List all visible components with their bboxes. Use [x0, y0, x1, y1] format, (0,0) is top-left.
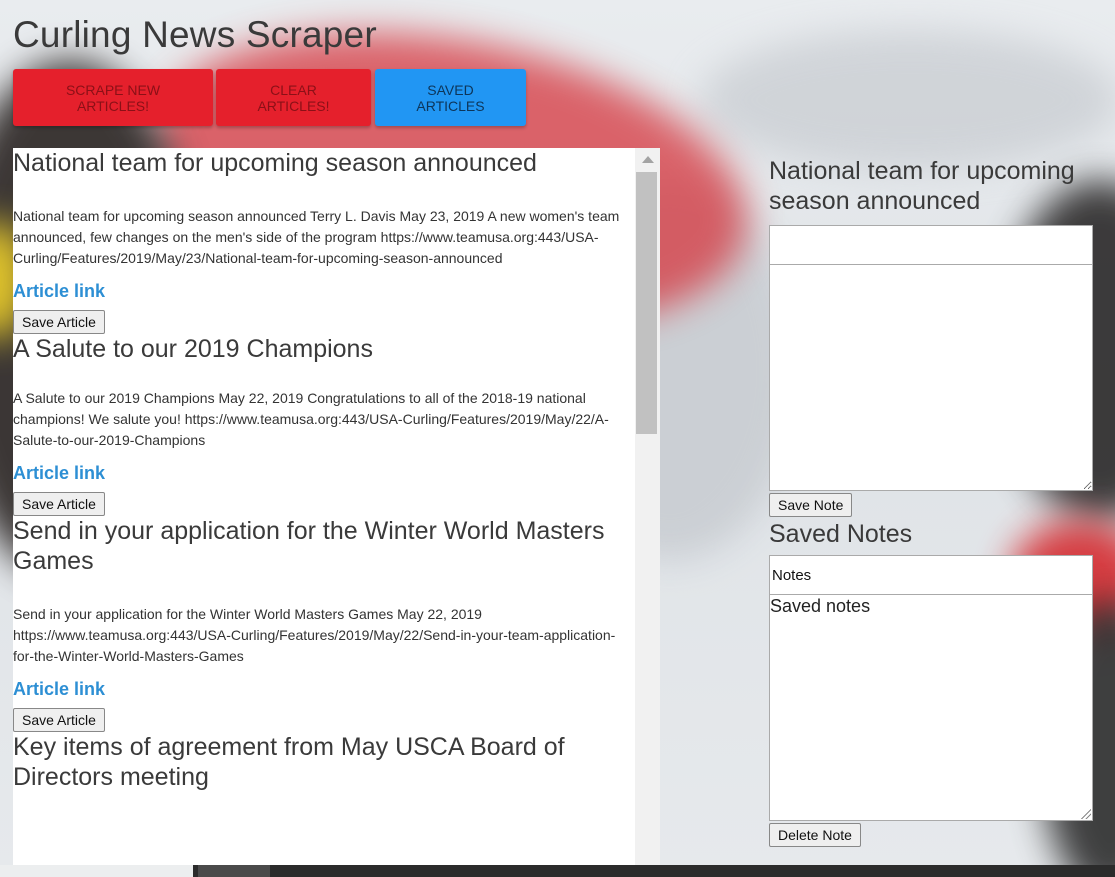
saved-notes-heading: Saved Notes: [769, 520, 913, 548]
delete-note-button[interactable]: Delete Note: [769, 823, 861, 847]
article-link[interactable]: Article link: [13, 463, 635, 484]
article-item: Send in your application for the Winter …: [13, 516, 635, 732]
page-title: Curling News Scraper: [13, 14, 377, 55]
article-summary: National team for upcoming season announ…: [13, 208, 620, 266]
resize-grip-icon[interactable]: [1081, 809, 1091, 819]
saved-notes-text: Saved notes: [770, 596, 871, 616]
notes-panel: National team for upcoming season announ…: [769, 156, 1094, 847]
article-list-scrollbar[interactable]: [635, 148, 660, 866]
article-item: Key items of agreement from May USCA Boa…: [13, 732, 635, 792]
taskbar: [0, 865, 1115, 877]
article-title: Key items of agreement from May USCA Boa…: [13, 733, 565, 791]
article-title: Send in your application for the Winter …: [13, 517, 605, 575]
save-article-button[interactable]: Save Article: [13, 708, 105, 732]
taskbar-item[interactable]: [198, 865, 270, 877]
save-note-button[interactable]: Save Note: [769, 493, 853, 517]
article-summary: A Salute to our 2019 Champions May 22, 2…: [13, 390, 609, 448]
article-title: A Salute to our 2019 Champions: [13, 335, 373, 363]
saved-articles-button[interactable]: SAVED ARTICLES: [375, 69, 526, 126]
article-summary: Send in your application for the Winter …: [13, 606, 616, 664]
article-title: National team for upcoming season announ…: [13, 149, 537, 177]
toolbar: SCRAPE NEW ARTICLES! CLEAR ARTICLES! SAV…: [13, 69, 526, 126]
save-article-button[interactable]: Save Article: [13, 492, 105, 516]
article-item: National team for upcoming season announ…: [13, 148, 635, 334]
article-link[interactable]: Article link: [13, 679, 635, 700]
notes-field[interactable]: [769, 555, 1093, 595]
saved-notes-area[interactable]: Saved notes: [769, 595, 1093, 821]
article-item: A Salute to our 2019 Champions A Salute …: [13, 334, 635, 516]
scrollbar-thumb[interactable]: [636, 172, 657, 434]
article-list[interactable]: National team for upcoming season announ…: [13, 148, 660, 866]
scroll-up-arrow-icon[interactable]: [642, 156, 654, 163]
scrape-articles-button[interactable]: SCRAPE NEW ARTICLES!: [13, 69, 213, 126]
note-body-textarea[interactable]: [769, 265, 1093, 491]
clear-articles-button[interactable]: CLEAR ARTICLES!: [216, 69, 371, 126]
article-link[interactable]: Article link: [13, 281, 635, 302]
save-article-button[interactable]: Save Article: [13, 310, 105, 334]
note-title-input[interactable]: [769, 225, 1093, 265]
taskbar-segment: [0, 865, 193, 877]
notes-article-heading: National team for upcoming season announ…: [769, 157, 1075, 215]
